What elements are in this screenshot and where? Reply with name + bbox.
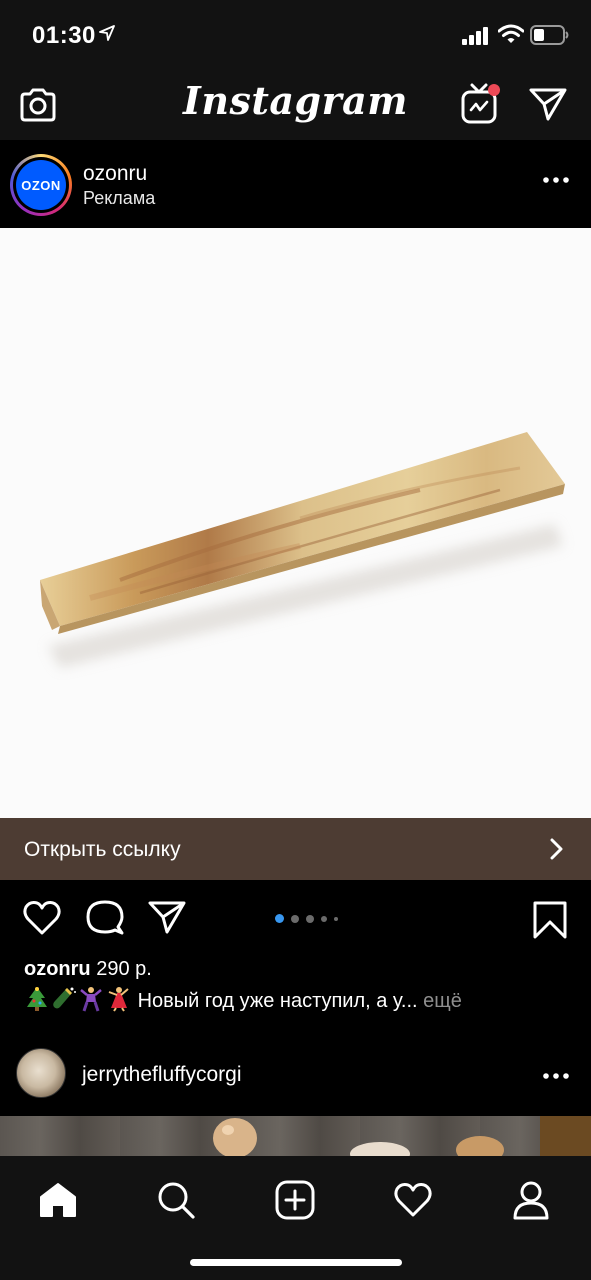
post-header: OZON ozonru Реклама bbox=[0, 140, 591, 228]
home-icon bbox=[40, 1183, 76, 1217]
next-post-username[interactable]: jerrythefluffycorgi bbox=[82, 1063, 242, 1087]
champagne-bottle-icon bbox=[53, 987, 76, 1009]
dancing-man-icon bbox=[80, 987, 102, 1012]
likes-line: ozonru 290 р. bbox=[24, 958, 152, 981]
cellular-signal-icon bbox=[462, 27, 488, 45]
carousel-dot bbox=[306, 914, 314, 923]
wifi-icon bbox=[498, 24, 524, 43]
bottom-tab-bar bbox=[0, 1156, 591, 1280]
status-time: 01:30 bbox=[32, 22, 96, 49]
comment-icon[interactable] bbox=[85, 899, 125, 937]
more-options-icon[interactable] bbox=[543, 176, 569, 184]
more-options-icon[interactable] bbox=[543, 1072, 569, 1080]
christmas-tree-icon bbox=[27, 987, 47, 1011]
direct-messages-button[interactable] bbox=[526, 84, 570, 124]
tab-search[interactable] bbox=[146, 1170, 206, 1230]
caption-more-link[interactable]: ещё bbox=[423, 990, 462, 1012]
home-indicator bbox=[190, 1259, 402, 1266]
tab-activity[interactable] bbox=[383, 1170, 443, 1230]
profile-icon bbox=[513, 1181, 549, 1220]
post-username[interactable]: ozonru bbox=[83, 162, 147, 186]
battery-icon bbox=[530, 25, 569, 45]
wood-stick-image bbox=[40, 432, 565, 668]
carousel-dot bbox=[321, 915, 327, 922]
carousel-dot-active bbox=[275, 914, 284, 923]
search-icon bbox=[158, 1182, 195, 1219]
cta-label: Открыть ссылку bbox=[24, 838, 181, 861]
igtv-button[interactable] bbox=[460, 80, 504, 128]
next-post-header: jerrythefluffycorgi bbox=[0, 1036, 591, 1116]
status-bar: 01:30 bbox=[0, 0, 591, 72]
add-post-icon bbox=[275, 1180, 315, 1220]
sponsored-label: Реклама bbox=[83, 188, 156, 208]
avatar[interactable] bbox=[16, 1048, 66, 1098]
tab-new-post[interactable] bbox=[265, 1170, 325, 1230]
carousel-dot bbox=[291, 914, 299, 923]
tab-home[interactable] bbox=[28, 1170, 88, 1230]
post-image[interactable] bbox=[0, 228, 591, 818]
likes-text: 290 р. bbox=[96, 958, 152, 980]
caption: Новый год уже наступил, а у... ещё bbox=[24, 986, 462, 1013]
next-post-image[interactable] bbox=[0, 1116, 591, 1156]
chevron-right-icon bbox=[550, 838, 563, 860]
share-plane-icon[interactable] bbox=[147, 899, 187, 935]
avatar-brand-text: OZON bbox=[21, 177, 61, 193]
avatar: OZON bbox=[16, 160, 66, 210]
paper-plane-icon bbox=[529, 88, 567, 121]
dancing-woman-icon bbox=[108, 987, 129, 1012]
post-actions bbox=[0, 880, 591, 958]
location-arrow-icon bbox=[99, 25, 115, 41]
carousel-dot bbox=[334, 916, 338, 921]
carousel-indicator bbox=[275, 914, 338, 923]
dog-paws-image bbox=[213, 1116, 591, 1156]
caption-text: Новый год уже наступил, а у... bbox=[137, 990, 418, 1012]
tab-profile[interactable] bbox=[501, 1170, 561, 1230]
story-ring[interactable]: OZON bbox=[10, 154, 72, 216]
open-link-cta[interactable]: Открыть ссылку bbox=[0, 818, 591, 880]
bookmark-icon[interactable] bbox=[532, 900, 568, 940]
igtv-icon bbox=[461, 83, 500, 124]
likes-username[interactable]: ozonru bbox=[24, 958, 91, 980]
activity-heart-icon bbox=[394, 1183, 432, 1217]
app-header: Instagram bbox=[0, 72, 591, 140]
like-heart-icon[interactable] bbox=[22, 900, 62, 936]
